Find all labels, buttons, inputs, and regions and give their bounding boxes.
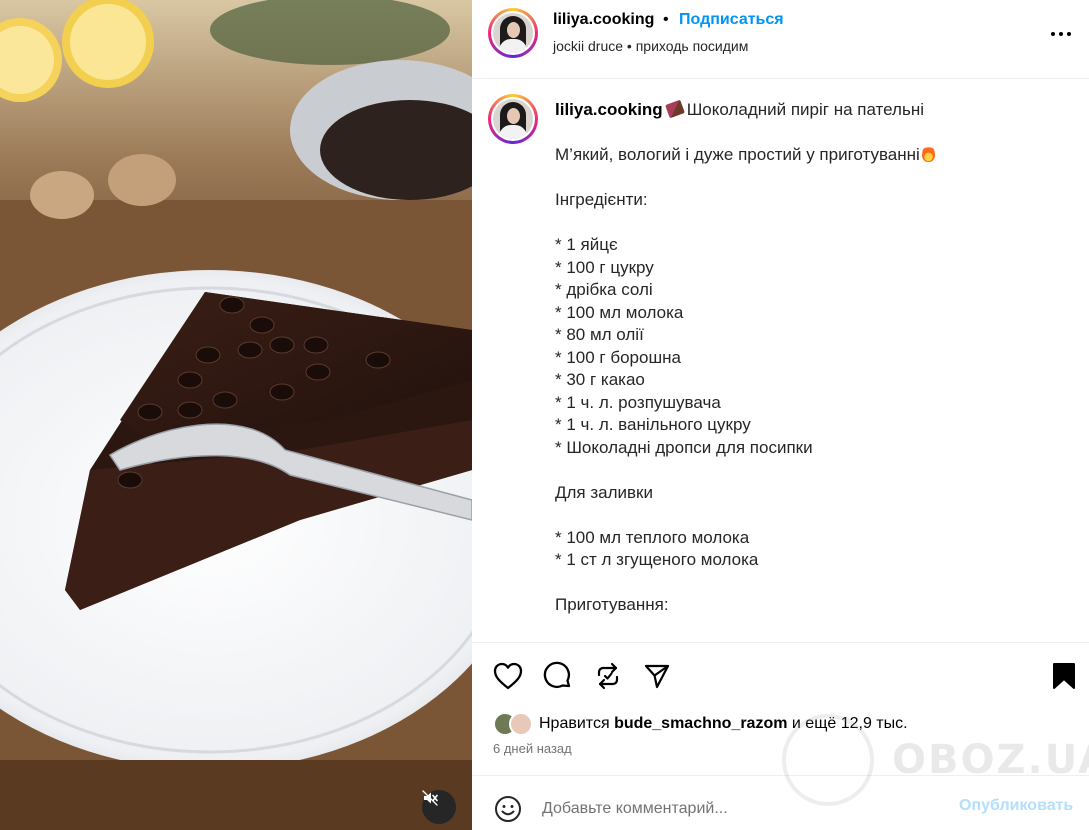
post-panel: liliya.cooking • Подписаться jockii druc… [472,0,1089,830]
follow-button[interactable]: Подписаться [679,11,784,29]
ingredients-heading: Інгредієнти: [555,190,648,209]
ingredient-item: * Шоколадні дропси для посипки [555,437,813,457]
post-media[interactable] [0,0,472,830]
publish-button[interactable]: Опубликовать [959,797,1073,815]
topping-heading: Для заливки [555,482,653,502]
comment-input[interactable] [542,797,942,821]
caption-title: Шоколадний пиріг на пательні [686,100,924,119]
topping-item: * 100 мл теплого молока [555,527,750,547]
likes-prefix: Нравится [539,715,610,732]
mute-toggle-button[interactable] [422,790,456,824]
comment-divider [472,775,1089,776]
chocolate-bar-icon [664,99,685,119]
post-header: liliya.cooking • Подписаться jockii druc… [472,0,1089,79]
post-caption: liliya.cooking Шоколадний пиріг на патель… [555,99,1065,617]
ingredient-item: * 30 г какао [555,370,645,389]
ingredient-item: * 1 яйцє [555,235,618,254]
more-options-icon[interactable] [1047,24,1075,44]
topping-item: * 1 ст л згущеного молока [555,550,759,569]
ingredient-item: * 100 г цукру [555,257,654,277]
actions-divider [472,642,1089,643]
repost-icon[interactable] [592,660,624,692]
comment-bubble-icon[interactable] [542,660,574,692]
ingredient-item: * 1 ч. л. розпушувача [555,392,721,412]
ingredient-item: * дрібка солі [555,280,653,299]
author-avatar[interactable] [488,8,538,58]
separator-dot: • [663,11,669,28]
ingredient-item: * 1 ч. л. ванільного цукру [555,415,751,434]
method-heading: Приготування: [555,595,669,614]
ingredient-item: * 100 мл молока [555,302,684,322]
caption-avatar[interactable] [488,94,538,144]
heart-icon[interactable] [492,660,524,692]
fire-icon [921,145,935,162]
bookmark-filled-icon[interactable] [1048,660,1080,692]
likes-summary: Нравится bude_smachno_razom и ещё 12,9 т… [493,711,908,737]
topping-list: * 100 мл теплого молока * 1 ст л згущено… [555,527,1065,572]
sound-off-icon [422,790,438,806]
author-username[interactable]: liliya.cooking [553,11,654,29]
caption-intro: М’який, вологий і дуже простий у приготу… [555,145,920,164]
cake-photo [0,0,472,830]
post-timestamp[interactable]: 6 дней назад [493,741,572,756]
likes-text: Нравится bude_smachno_razom и ещё 12,9 т… [539,715,908,733]
likes-count[interactable]: и ещё 12,9 тыс. [792,715,908,732]
ingredients-list: * 1 яйцє * 100 г цукру * дрібка солі * 1… [555,234,1065,459]
caption-username[interactable]: liliya.cooking [555,100,663,119]
emoji-icon[interactable] [493,794,523,824]
ingredient-item: * 100 г борошна [555,347,681,367]
audio-track[interactable]: jockii druce • приходь посидим [553,38,748,54]
liker-username[interactable]: bude_smachno_razom [614,715,787,732]
ingredient-item: * 80 мл олії [555,325,644,344]
liker-avatar[interactable] [509,712,533,736]
send-icon[interactable] [641,660,673,692]
